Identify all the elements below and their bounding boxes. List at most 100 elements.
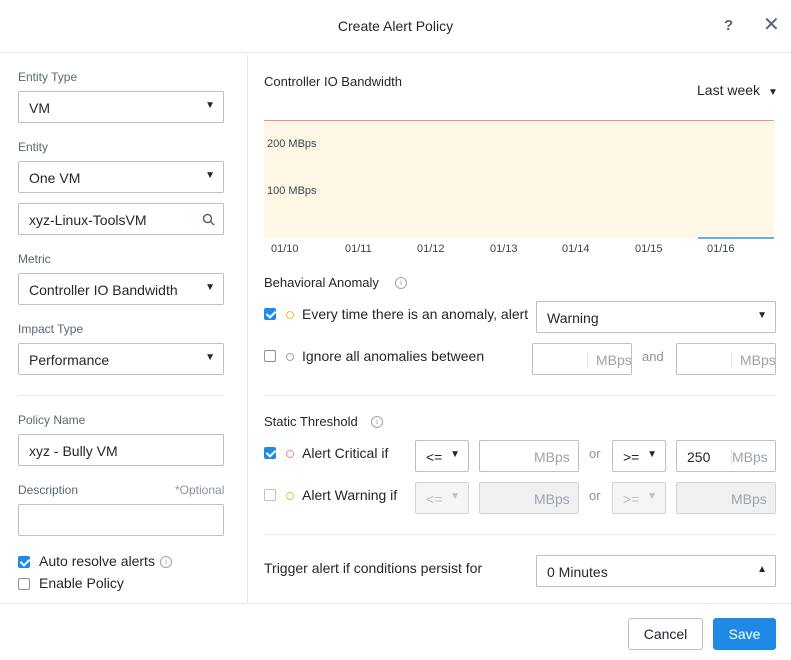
metric-label: Metric xyxy=(18,252,51,266)
critical-op1-select[interactable]: <= ▼ xyxy=(415,440,469,472)
policy-name-input[interactable]: xyz - Bully VM xyxy=(18,434,224,466)
metric-select[interactable]: Controller IO Bandwidth ▼ xyxy=(18,273,224,305)
warning-op1-value: <= xyxy=(426,491,443,507)
description-input[interactable] xyxy=(18,504,224,536)
anomaly-severity-select[interactable]: Warning ▼ xyxy=(536,301,776,333)
impact-type-value: Performance xyxy=(29,352,110,368)
critical-dot-icon xyxy=(286,450,294,458)
chevron-down-icon: ▼ xyxy=(647,449,657,460)
warning-checkbox[interactable] xyxy=(264,489,276,501)
critical-checkbox[interactable] xyxy=(264,447,276,459)
x-tick-label: 01/11 xyxy=(345,243,372,255)
chevron-down-icon: ▼ xyxy=(205,100,215,111)
cancel-button[interactable]: Cancel xyxy=(628,618,703,650)
critical-value2: 250 xyxy=(687,449,711,465)
warning-label: Alert Warning if xyxy=(302,487,398,503)
ignore-anomalies-checkbox[interactable] xyxy=(264,350,276,362)
x-tick-label: 01/16 xyxy=(707,243,735,255)
entity-type-label: Entity Type xyxy=(18,70,78,84)
section-divider xyxy=(264,395,776,396)
help-icon[interactable]: ? xyxy=(724,17,733,34)
critical-op1-value: <= xyxy=(426,449,443,465)
chevron-down-icon: ▼ xyxy=(450,491,460,502)
chevron-down-icon: ▼ xyxy=(205,282,215,293)
warning-dot-icon xyxy=(286,492,294,500)
and-label: and xyxy=(642,349,664,364)
critical-label: Alert Critical if xyxy=(302,445,389,461)
critical-op2-select[interactable]: >= ▼ xyxy=(612,440,666,472)
anomaly-alert-checkbox[interactable] xyxy=(264,308,276,320)
unit-label: MBps xyxy=(534,491,570,507)
y-tick-label: 100 MBps xyxy=(267,185,317,197)
warning-op2-select[interactable]: >= ▼ xyxy=(612,482,666,514)
warning-op2-value: >= xyxy=(623,491,640,507)
behavioral-anomaly-title: Behavioral Anomaly xyxy=(264,275,379,290)
search-icon xyxy=(202,213,215,226)
impact-type-label: Impact Type xyxy=(18,322,84,336)
range-select[interactable]: Last week ▼ xyxy=(697,82,778,98)
critical-op2-value: >= xyxy=(623,449,640,465)
auto-resolve-label: Auto resolve alerts xyxy=(39,553,155,569)
save-button[interactable]: Save xyxy=(713,618,776,650)
x-tick-label: 01/12 xyxy=(417,243,445,255)
unit-label: MBps xyxy=(587,352,632,368)
chevron-down-icon: ▼ xyxy=(757,310,767,321)
y-tick-label: 200 MBps xyxy=(267,138,317,150)
policy-name-label: Policy Name xyxy=(18,413,86,427)
entity-value: One VM xyxy=(29,170,81,186)
warning-value2-input[interactable]: MBps xyxy=(676,482,776,514)
impact-type-select[interactable]: Performance ▼ xyxy=(18,343,224,375)
x-tick-label: 01/14 xyxy=(562,243,590,255)
ignore-max-input[interactable]: MBps xyxy=(676,343,776,375)
chart-critical-line xyxy=(264,120,774,121)
chevron-down-icon: ▼ xyxy=(647,491,657,502)
auto-resolve-checkbox[interactable] xyxy=(18,556,30,568)
x-tick-label: 01/15 xyxy=(635,243,663,255)
entity-search-value: xyz-Linux-ToolsVM xyxy=(29,212,147,228)
policy-name-value: xyz - Bully VM xyxy=(29,443,118,459)
chevron-down-icon: ▼ xyxy=(205,352,215,363)
description-label: Description xyxy=(18,483,79,497)
chart-series-line xyxy=(698,237,774,239)
chevron-up-icon: ▲ xyxy=(757,564,767,575)
entity-type-value: VM xyxy=(29,100,50,116)
warning-op1-select[interactable]: <= ▼ xyxy=(415,482,469,514)
warning-value1-input[interactable]: MBps xyxy=(479,482,579,514)
chevron-down-icon: ▼ xyxy=(767,87,778,98)
info-icon: i xyxy=(160,556,172,568)
anomaly-severity-value: Warning xyxy=(547,310,599,326)
ignore-min-input[interactable]: MBps xyxy=(532,343,632,375)
entity-select[interactable]: One VM ▼ xyxy=(18,161,224,193)
chart-title: Controller IO Bandwidth xyxy=(264,74,403,89)
or-label: or xyxy=(589,446,601,461)
anomaly-alert-label: Every time there is an anomaly, alert xyxy=(302,306,529,322)
entity-search-input[interactable]: xyz-Linux-ToolsVM xyxy=(18,203,224,235)
unit-label: MBps xyxy=(731,352,776,368)
info-icon: i xyxy=(395,277,407,289)
left-divider xyxy=(18,395,224,396)
or-label: or xyxy=(589,488,601,503)
optional-hint: *Optional xyxy=(175,483,225,497)
ignore-anomalies-label: Ignore all anomalies between xyxy=(302,348,485,364)
critical-value2-input[interactable]: 250 MBps xyxy=(676,440,776,472)
critical-value1-input[interactable]: MBps xyxy=(479,440,579,472)
enable-policy-checkbox[interactable] xyxy=(18,578,30,590)
metric-value: Controller IO Bandwidth xyxy=(29,282,178,298)
chart-plot-area xyxy=(264,121,774,238)
range-value: Last week xyxy=(697,82,761,98)
close-icon[interactable]: ✕ xyxy=(763,15,780,35)
warning-dot-icon xyxy=(286,311,294,319)
trigger-duration-select[interactable]: 0 Minutes ▲ xyxy=(536,555,776,587)
dialog-header: Create Alert Policy ? ✕ xyxy=(0,0,791,53)
enable-policy-label: Enable Policy xyxy=(39,575,124,591)
info-icon: i xyxy=(371,416,383,428)
unit-label: MBps xyxy=(534,449,570,465)
entity-type-select[interactable]: VM ▼ xyxy=(18,91,224,123)
trigger-label: Trigger alert if conditions persist for xyxy=(264,560,483,576)
x-tick-label: 01/10 xyxy=(271,243,299,255)
unit-label: MBps xyxy=(731,449,768,465)
chevron-down-icon: ▼ xyxy=(450,449,460,460)
dialog-title: Create Alert Policy xyxy=(337,18,454,34)
section-divider xyxy=(264,534,776,535)
trigger-duration-value: 0 Minutes xyxy=(547,564,608,580)
